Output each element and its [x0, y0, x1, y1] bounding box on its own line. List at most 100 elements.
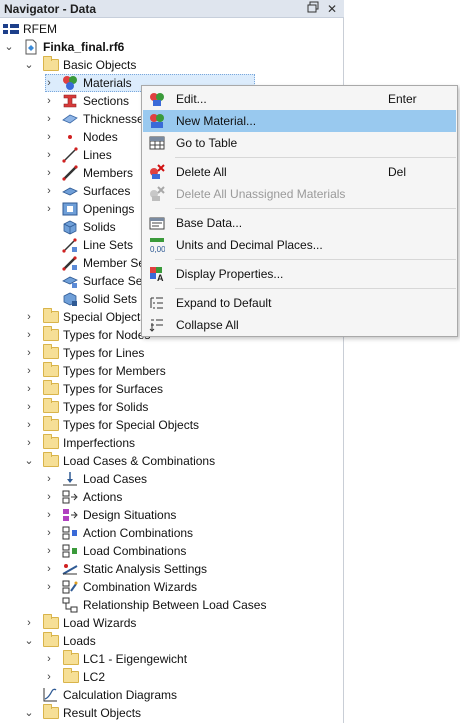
menu-item-label: Expand to Default — [176, 296, 272, 310]
chevron-down-icon[interactable]: ⌄ — [23, 706, 35, 720]
tree-imperfections[interactable]: › Imperfections — [0, 434, 344, 452]
tree-item-label: Solid Sets — [83, 292, 138, 306]
menu-item-edit[interactable]: Edit... Enter — [143, 88, 456, 110]
tree-loads-lc1[interactable]: › LC1 - Eigengewicht — [0, 650, 344, 668]
chevron-right-icon[interactable]: › — [43, 202, 55, 216]
tree-item-label: Sections — [83, 94, 130, 108]
materials-icon — [62, 75, 78, 91]
tree-basic-objects[interactable]: ⌄ Basic Objects — [0, 56, 344, 74]
chevron-right-icon[interactable]: › — [23, 382, 35, 396]
chevron-right-icon[interactable]: › — [43, 544, 55, 558]
folder-icon — [63, 650, 79, 665]
line-set-icon — [62, 237, 78, 253]
menu-item-shortcut: Enter — [388, 92, 417, 106]
tree-calculation-diagrams[interactable]: Calculation Diagrams — [0, 686, 344, 704]
chevron-right-icon[interactable]: › — [43, 526, 55, 540]
svg-text:0,00: 0,00 — [150, 245, 165, 253]
tree-item-load-combinations[interactable]: › Load Combinations — [0, 542, 344, 560]
collapse-icon — [149, 317, 165, 333]
chevron-right-icon[interactable]: › — [23, 328, 35, 342]
tree-basic-objects-label: Basic Objects — [63, 58, 137, 72]
tree-root-rfem[interactable]: RFEM — [0, 20, 344, 38]
tree-types-lines[interactable]: › Types for Lines — [0, 344, 344, 362]
tree-load-wizards[interactable]: › Load Wizards — [0, 614, 344, 632]
menu-item-units[interactable]: 0,00 Units and Decimal Places... — [143, 234, 456, 256]
chevron-right-icon[interactable]: › — [43, 184, 55, 198]
tree-folder-label: Result Objects — [63, 706, 142, 720]
tree-item-static-analysis[interactable]: › Static Analysis Settings — [0, 560, 344, 578]
chevron-right-icon[interactable]: › — [23, 616, 35, 630]
tree-item-combination-wizards[interactable]: › Combination Wizards — [0, 578, 344, 596]
tree-item-load-cases[interactable]: › Load Cases — [0, 470, 344, 488]
chevron-right-icon[interactable]: › — [43, 472, 55, 486]
menu-item-collapse-all[interactable]: Collapse All — [143, 314, 456, 336]
menu-item-base-data[interactable]: Base Data... — [143, 212, 456, 234]
thicknesses-icon — [62, 111, 78, 127]
chevron-right-icon[interactable]: › — [43, 670, 55, 684]
restore-window-icon[interactable] — [305, 1, 321, 17]
menu-item-label: Delete All — [176, 165, 227, 179]
combination-wizard-icon — [62, 579, 78, 595]
menu-item-go-to-table[interactable]: Go to Table — [143, 132, 456, 154]
chevron-down-icon[interactable]: ⌄ — [3, 40, 15, 54]
relationship-icon — [62, 597, 78, 613]
chevron-right-icon[interactable]: › — [43, 652, 55, 666]
chevron-right-icon[interactable]: › — [43, 112, 55, 126]
surface-set-icon — [62, 273, 78, 289]
folder-icon — [43, 362, 59, 377]
menu-item-display-properties[interactable]: A Display Properties... — [143, 263, 456, 285]
tree-load-cases-combinations[interactable]: ⌄ Load Cases & Combinations — [0, 452, 344, 470]
chevron-right-icon[interactable]: › — [23, 436, 35, 450]
chevron-right-icon[interactable]: › — [43, 130, 55, 144]
tree-folder-label: LC2 — [83, 670, 106, 684]
tree-item-label: Thicknesses — [83, 112, 150, 126]
folder-icon — [43, 416, 59, 431]
tree-types-solids[interactable]: › Types for Solids — [0, 398, 344, 416]
tree-types-surfaces[interactable]: › Types for Surfaces — [0, 380, 344, 398]
menu-item-expand-default[interactable]: Expand to Default — [143, 292, 456, 314]
chevron-down-icon[interactable]: ⌄ — [23, 634, 35, 648]
chevron-right-icon[interactable]: › — [23, 346, 35, 360]
tree-item-label: Solids — [83, 220, 116, 234]
tree-item-actions[interactable]: › Actions — [0, 488, 344, 506]
chevron-right-icon[interactable]: › — [43, 562, 55, 576]
close-icon[interactable]: ✕ — [324, 1, 340, 17]
tree-types-members[interactable]: › Types for Members — [0, 362, 344, 380]
chevron-right-icon[interactable]: › — [23, 364, 35, 378]
chevron-down-icon[interactable]: ⌄ — [23, 454, 35, 468]
chevron-down-icon[interactable]: ⌄ — [23, 58, 35, 72]
chevron-right-icon[interactable]: › — [43, 76, 55, 90]
chevron-right-icon[interactable]: › — [43, 580, 55, 594]
diagram-icon — [42, 687, 58, 703]
tree-item-action-combinations[interactable]: › Action Combinations — [0, 524, 344, 542]
chevron-right-icon[interactable]: › — [23, 418, 35, 432]
tree-item-label: Materials — [83, 76, 132, 90]
tree-folder-label: Imperfections — [63, 436, 136, 450]
tree-file[interactable]: ⌄ Finka_final.rf6 — [0, 38, 344, 56]
chevron-right-icon[interactable]: › — [23, 310, 35, 324]
menu-item-new-material[interactable]: New Material... — [143, 110, 456, 132]
tree-item-label: Design Situations — [83, 508, 177, 522]
menu-item-label: Delete All Unassigned Materials — [176, 187, 346, 201]
chevron-right-icon[interactable]: › — [43, 94, 55, 108]
chevron-right-icon[interactable]: › — [43, 148, 55, 162]
tree-folder-label: LC1 - Eigengewicht — [83, 652, 188, 666]
tree-item-design-situations[interactable]: › Design Situations — [0, 506, 344, 524]
chevron-right-icon[interactable]: › — [23, 400, 35, 414]
tree-item-label: Combination Wizards — [83, 580, 198, 594]
menu-item-delete-all[interactable]: Delete All Del — [143, 161, 456, 183]
design-situations-icon — [62, 507, 78, 523]
tree-folder-label: Load Cases & Combinations — [63, 454, 216, 468]
tree-result-objects[interactable]: ⌄ Result Objects — [0, 704, 344, 722]
member-icon — [62, 165, 78, 181]
tree-folder-label: Types for Solids — [63, 400, 149, 414]
chevron-right-icon[interactable]: › — [43, 166, 55, 180]
chevron-right-icon[interactable]: › — [43, 490, 55, 504]
tree-loads-lc2[interactable]: › LC2 — [0, 668, 344, 686]
folder-icon — [43, 614, 59, 629]
chevron-right-icon[interactable]: › — [43, 508, 55, 522]
tree-types-special[interactable]: › Types for Special Objects — [0, 416, 344, 434]
tree-item-relationship-load-cases[interactable]: Relationship Between Load Cases — [0, 596, 344, 614]
tree-item-label: Relationship Between Load Cases — [83, 598, 267, 612]
tree-loads[interactable]: ⌄ Loads — [0, 632, 344, 650]
